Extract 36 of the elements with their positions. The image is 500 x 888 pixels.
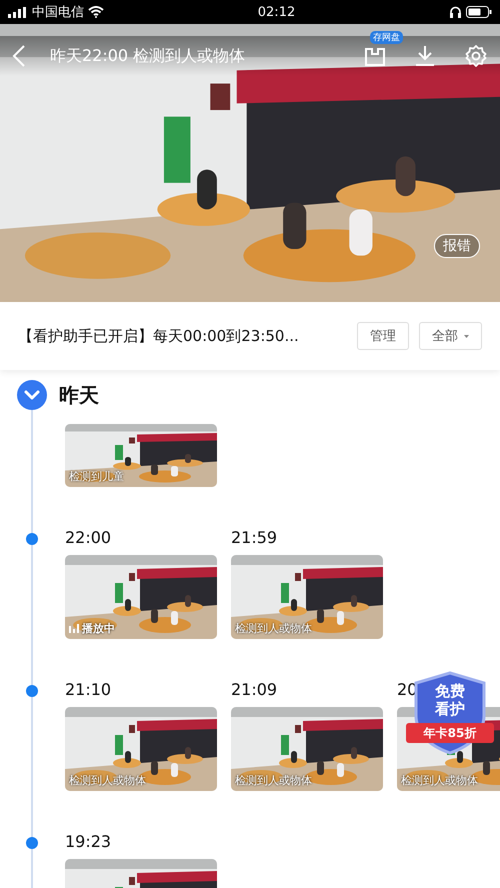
clip-label: 检测到人或物体 [235, 773, 312, 788]
carrier-name: 中国电信 [32, 4, 84, 21]
wifi-icon [88, 6, 104, 18]
video-title: 昨天22:00 检测到人或物体 [49, 46, 246, 66]
cloud-badge: 存网盘 [370, 31, 403, 44]
caret-icon [464, 334, 469, 338]
clock: 02:12 [258, 4, 296, 20]
clip-time: 21:09 [231, 679, 278, 701]
headphones-icon [449, 6, 462, 18]
clip-label: 检测到人或物体 [235, 621, 312, 636]
clip-label: 播放中 [69, 621, 115, 636]
manage-button[interactable]: 管理 [357, 322, 409, 350]
filter-dropdown[interactable]: 全部 [419, 322, 482, 350]
timeline-dot [26, 533, 38, 545]
settings-button[interactable] [464, 44, 488, 68]
timeline-dot [26, 685, 38, 697]
clip-time: 22:00 [65, 527, 112, 549]
save-to-cloud-button[interactable] [364, 45, 386, 67]
report-error-button[interactable]: 报错 [434, 234, 480, 258]
back-button[interactable] [12, 44, 26, 68]
battery-icon [466, 6, 492, 18]
clip-label: 检测到人或物体 [69, 773, 146, 788]
clip-time: 21:59 [231, 527, 278, 549]
clip-time: 21:10 [65, 679, 112, 701]
clip-label: 检测到人或物体 [401, 773, 478, 788]
signal-icon [8, 6, 28, 18]
collapse-toggle-icon[interactable] [17, 380, 47, 410]
day-heading: 昨天 [59, 382, 99, 408]
download-button[interactable] [414, 45, 436, 67]
promo-text: 看护 [435, 701, 465, 718]
timeline-dot [26, 837, 38, 849]
discount-ribbon[interactable]: 年卡85折 [406, 723, 494, 743]
promo-text: 免费 [435, 683, 465, 700]
assistant-status-text: 【看护助手已开启】每天00:00到23:50... [18, 326, 300, 346]
playing-bars-icon [69, 624, 79, 633]
clip-time: 19:23 [65, 831, 112, 853]
